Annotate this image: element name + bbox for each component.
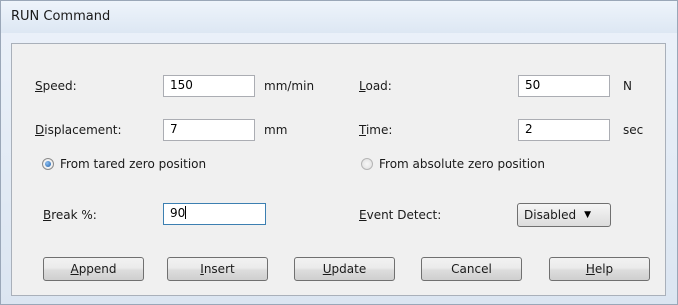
settings-panel: Speed: 150 mm/min Load: 50 N Displacemen… xyxy=(11,43,666,296)
displacement-input[interactable]: 7 xyxy=(163,119,255,141)
speed-input[interactable]: 150 xyxy=(163,75,255,97)
displacement-label: Displacement: xyxy=(35,123,122,137)
load-unit: N xyxy=(623,79,632,93)
absolute-zero-radio[interactable]: From absolute zero position xyxy=(361,157,545,171)
tared-zero-radio[interactable]: From tared zero position xyxy=(42,157,206,171)
window-title: RUN Command xyxy=(11,9,111,24)
chevron-down-icon: ▼ xyxy=(584,210,592,220)
insert-button[interactable]: Insert xyxy=(167,257,268,281)
break-percent-label: Break %: xyxy=(43,208,97,222)
event-detect-select[interactable]: Disabled ▼ xyxy=(517,203,611,227)
load-label: Load: xyxy=(359,79,392,93)
speed-label: Speed: xyxy=(35,79,77,93)
displacement-unit: mm xyxy=(264,123,288,137)
time-input[interactable]: 2 xyxy=(518,119,610,141)
event-detect-label: Event Detect: xyxy=(359,208,442,222)
update-button[interactable]: Update xyxy=(294,257,395,281)
help-button[interactable]: Help xyxy=(549,257,650,281)
radio-unselected-icon xyxy=(361,158,373,170)
time-label: Time: xyxy=(359,123,393,137)
tared-zero-label: From tared zero position xyxy=(60,157,207,171)
load-input[interactable]: 50 xyxy=(518,75,610,97)
radio-selected-icon xyxy=(42,158,54,170)
break-percent-input[interactable]: 90 xyxy=(163,203,266,225)
title-bar[interactable]: RUN Command xyxy=(1,1,677,33)
cancel-button[interactable]: Cancel xyxy=(421,257,522,281)
time-unit: sec xyxy=(623,123,644,137)
append-button[interactable]: Append xyxy=(43,257,144,281)
event-detect-value: Disabled xyxy=(524,208,577,222)
speed-unit: mm/min xyxy=(264,79,315,93)
absolute-zero-label: From absolute zero position xyxy=(379,157,545,171)
run-command-dialog: RUN Command Speed: 150 mm/min Load: 50 N… xyxy=(0,0,678,305)
text-caret xyxy=(185,206,187,219)
